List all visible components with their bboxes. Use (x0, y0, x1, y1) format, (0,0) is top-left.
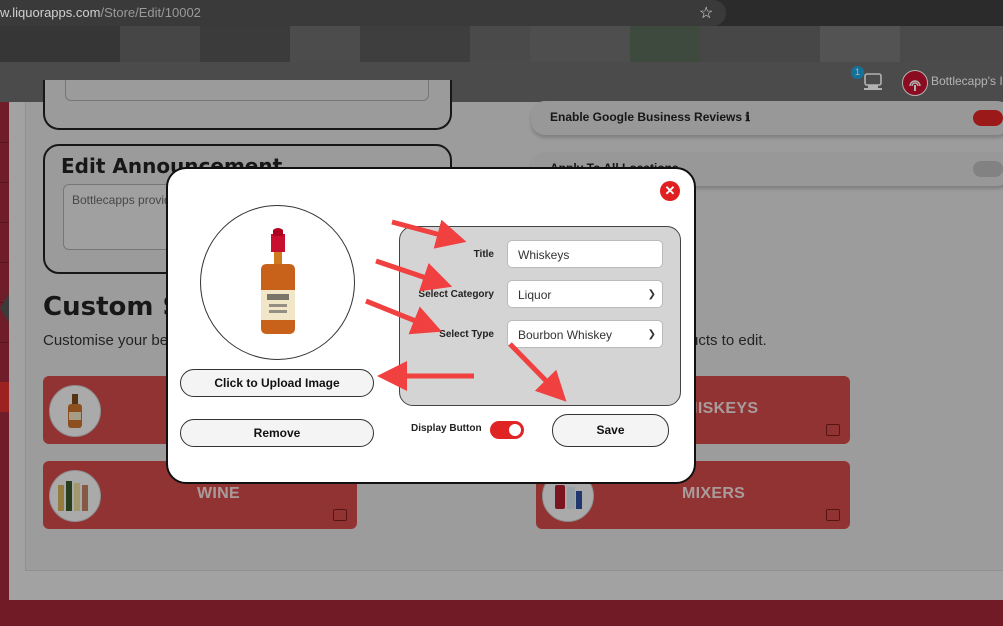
type-select[interactable]: Bourbon Whiskey ❯ (507, 320, 663, 348)
image-preview (200, 205, 355, 360)
url-path: /Store/Edit/10002 (100, 5, 201, 20)
address-text[interactable]: w.liquorapps.com/Store/Edit/10002 (0, 5, 201, 20)
category-label: Select Category (418, 289, 494, 300)
display-button-toggle[interactable] (490, 421, 524, 439)
category-value: Liquor (518, 288, 552, 302)
browser-url-bar: w.liquorapps.com/Store/Edit/10002 ☆ (0, 0, 1003, 26)
url-domain: w.liquorapps.com (0, 5, 101, 20)
chevron-down-icon: ❯ (647, 289, 656, 300)
close-icon[interactable]: ✕ (660, 181, 680, 201)
category-form: Title Whiskeys Select Category Liquor ❯ S… (399, 226, 681, 406)
whiskey-bottle-icon (261, 228, 295, 334)
title-label: Title (473, 249, 494, 260)
chevron-down-icon: ❯ (647, 329, 656, 340)
toggle-knob (509, 424, 521, 436)
display-button-label: Display Button (411, 423, 482, 434)
title-input[interactable]: Whiskeys (507, 240, 663, 268)
edit-category-modal: ✕ Click to Upload Image Remove Title Whi… (166, 167, 696, 484)
type-value: Bourbon Whiskey (518, 328, 613, 342)
star-icon[interactable]: ☆ (699, 3, 713, 23)
category-select[interactable]: Liquor ❯ (507, 280, 663, 308)
upload-image-button[interactable]: Click to Upload Image (180, 369, 374, 397)
type-label: Select Type (439, 329, 494, 340)
save-button[interactable]: Save (552, 414, 669, 447)
remove-image-button[interactable]: Remove (180, 419, 374, 447)
